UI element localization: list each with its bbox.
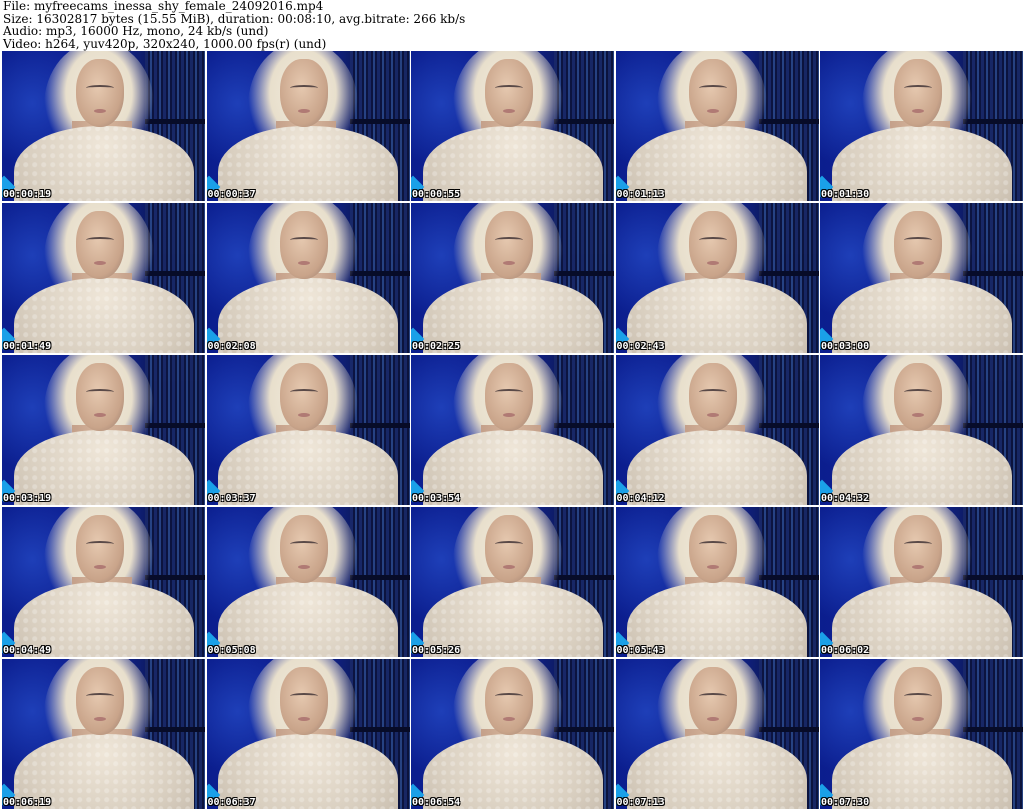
face	[893, 363, 942, 431]
video-thumbnail: 00:03:37	[206, 355, 410, 505]
file-name-line: File: myfreecams_inessa_shy_female_24092…	[3, 0, 324, 13]
video-thumbnail: 00:01:49	[2, 203, 205, 353]
video-thumbnail: 00:02:43	[615, 203, 819, 353]
timestamp-label: 00:01:49	[3, 341, 52, 352]
face	[484, 667, 533, 735]
face	[893, 59, 942, 127]
face	[75, 667, 124, 735]
timestamp-label: 00:03:00	[821, 341, 870, 352]
face	[689, 667, 737, 735]
timestamp-label: 00:01:30	[821, 189, 870, 200]
file-info-header: File: myfreecams_inessa_shy_female_24092…	[3, 0, 465, 50]
timestamp-label: 00:06:54	[412, 797, 461, 808]
video-thumbnail: 00:04:12	[615, 355, 819, 505]
face	[280, 363, 328, 431]
video-thumbnail: 00:00:37	[206, 51, 410, 201]
video-thumbnail: 00:03:19	[2, 355, 205, 505]
video-thumbnail: 00:00:55	[411, 51, 614, 201]
face	[484, 515, 533, 583]
timestamp-label: 00:06:37	[207, 797, 256, 808]
timestamp-label: 00:07:30	[821, 797, 870, 808]
face	[75, 363, 124, 431]
timestamp-label: 00:05:26	[412, 645, 461, 656]
video-thumbnail: 00:05:08	[206, 507, 410, 657]
video-thumbnail: 00:02:08	[206, 203, 410, 353]
face	[689, 59, 737, 127]
timestamp-label: 00:04:32	[821, 493, 870, 504]
timestamp-label: 00:03:54	[412, 493, 461, 504]
timestamp-label: 00:04:12	[616, 493, 665, 504]
timestamp-label: 00:04:49	[3, 645, 52, 656]
video-thumbnail: 00:04:49	[2, 507, 205, 657]
timestamp-label: 00:07:13	[616, 797, 665, 808]
timestamp-label: 00:05:43	[616, 645, 665, 656]
face	[75, 59, 124, 127]
video-thumbnail: 00:05:26	[411, 507, 614, 657]
face	[75, 515, 124, 583]
timestamp-label: 00:02:43	[616, 341, 665, 352]
video-thumbnail: 00:02:25	[411, 203, 614, 353]
video-thumbnail: 00:07:13	[615, 659, 819, 809]
video-thumbnail: 00:05:43	[615, 507, 819, 657]
timestamp-label: 00:00:55	[412, 189, 461, 200]
video-thumbnail: 00:01:30	[820, 51, 1023, 201]
face	[689, 363, 737, 431]
timestamp-label: 00:00:19	[3, 189, 52, 200]
face	[893, 667, 942, 735]
video-thumbnail: 00:01:13	[615, 51, 819, 201]
timestamp-label: 00:03:37	[207, 493, 256, 504]
face	[689, 211, 737, 279]
face	[893, 515, 942, 583]
timestamp-label: 00:03:19	[3, 493, 52, 504]
video-thumbnail: 00:03:54	[411, 355, 614, 505]
timestamp-label: 00:06:02	[821, 645, 870, 656]
video-thumbnail: 00:06:19	[2, 659, 205, 809]
video-thumbnail: 00:04:32	[820, 355, 1023, 505]
thumbnail-grid: 00:00:19 00:00:37 00:00:55 00:01:13 00:01:30…	[2, 51, 1023, 810]
timestamp-label: 00:05:08	[207, 645, 256, 656]
video-thumbnail: 00:07:30	[820, 659, 1023, 809]
face	[689, 515, 737, 583]
timestamp-label: 00:02:25	[412, 341, 461, 352]
timestamp-label: 00:01:13	[616, 189, 665, 200]
face	[484, 59, 533, 127]
video-thumbnail: 00:00:19	[2, 51, 205, 201]
face	[280, 515, 328, 583]
video-thumbnail: 00:03:00	[820, 203, 1023, 353]
face	[484, 363, 533, 431]
timestamp-label: 00:00:37	[207, 189, 256, 200]
face	[280, 667, 328, 735]
video-info-line: Video: h264, yuv420p, 320x240, 1000.00 f…	[3, 36, 327, 51]
video-thumbnail: 00:06:37	[206, 659, 410, 809]
face	[280, 211, 328, 279]
timestamp-label: 00:06:19	[3, 797, 52, 808]
audio-info-line: Audio: mp3, 16000 Hz, mono, 24 kb/s (und…	[3, 24, 269, 39]
face	[280, 59, 328, 127]
video-thumbnail: 00:06:54	[411, 659, 614, 809]
video-thumbnail: 00:06:02	[820, 507, 1023, 657]
face	[484, 211, 533, 279]
face	[75, 211, 124, 279]
face	[893, 211, 942, 279]
timestamp-label: 00:02:08	[207, 341, 256, 352]
